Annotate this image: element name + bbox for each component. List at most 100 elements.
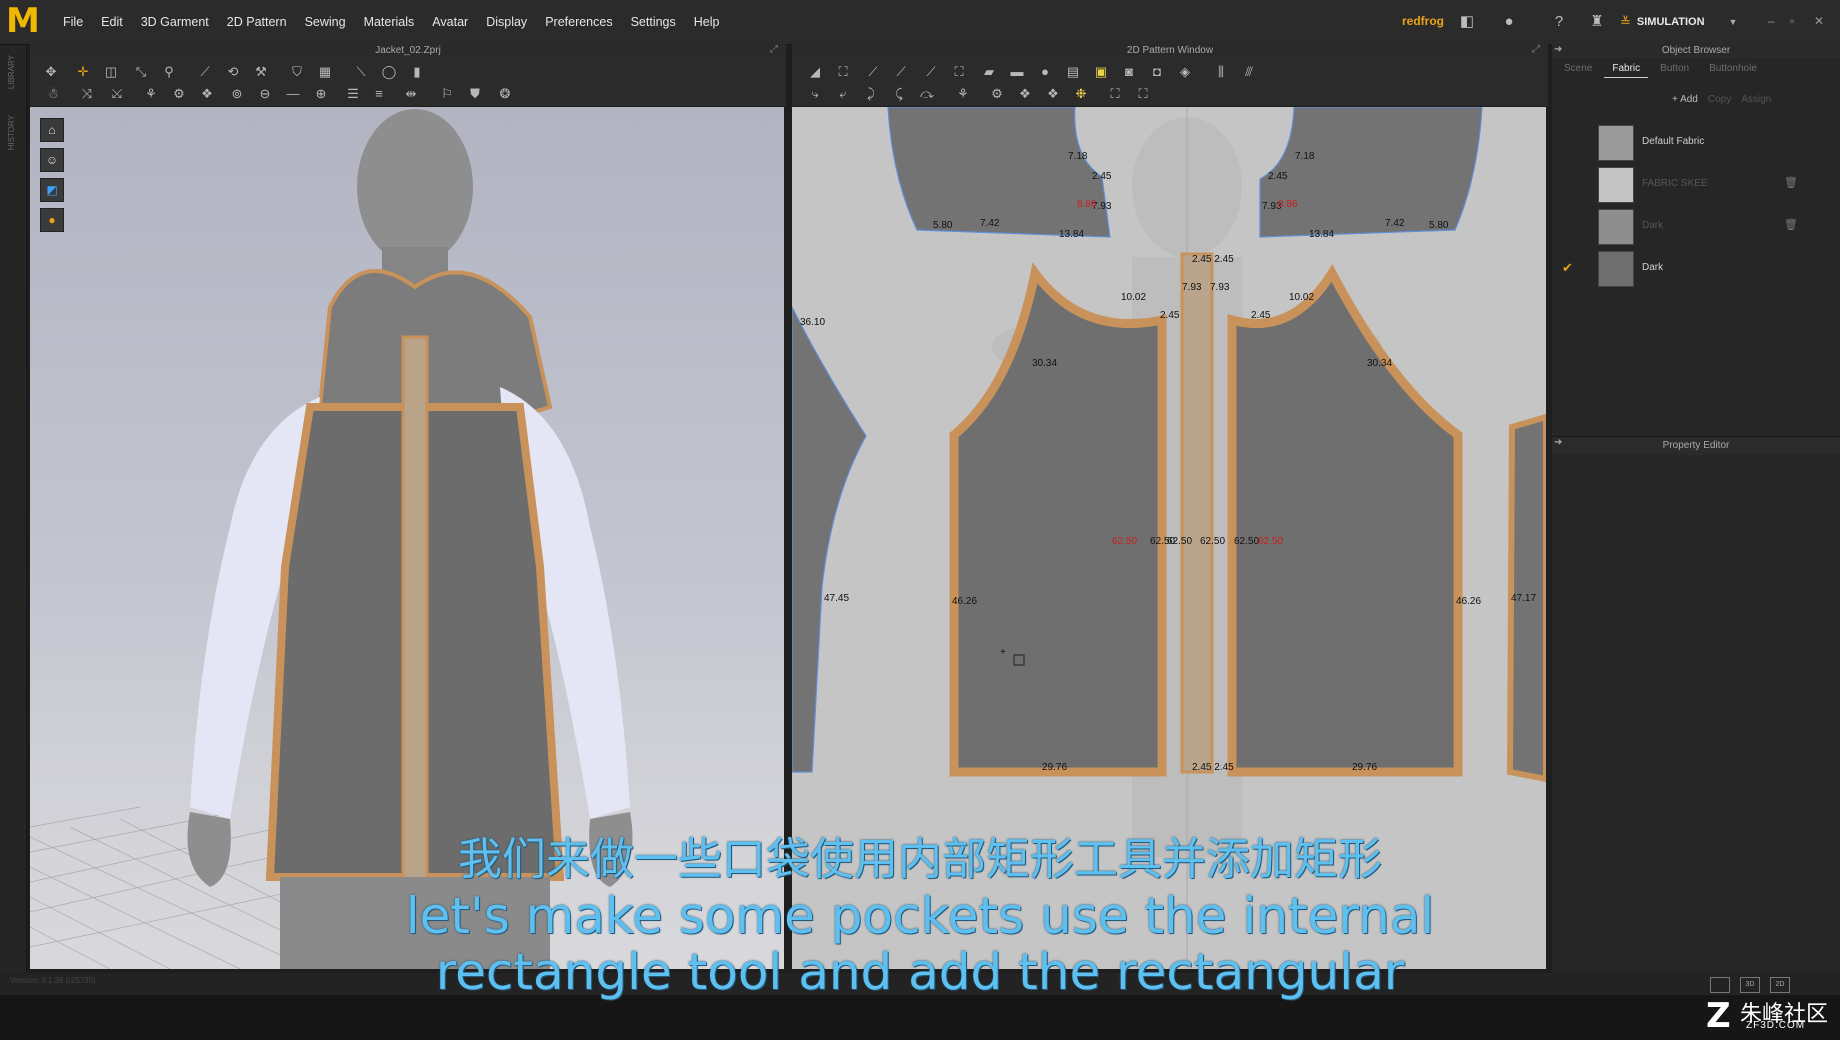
fabric-item[interactable]: ✔ Dark: [1552, 248, 1840, 288]
menu-settings[interactable]: Settings: [622, 0, 685, 44]
edit-graphic-icon[interactable]: ❖: [1044, 86, 1062, 102]
view-mode-3d[interactable]: 3D: [1740, 977, 1760, 993]
tab-fabric[interactable]: Fabric: [1604, 60, 1649, 78]
free-sewing-icon[interactable]: ⤸: [862, 86, 880, 102]
arrange-icon[interactable]: ☰: [344, 86, 362, 102]
help-icon[interactable]: ?: [1550, 13, 1568, 31]
edit-pattern-icon[interactable]: ◢: [806, 64, 824, 80]
button-2d-icon[interactable]: ❉: [1072, 86, 1090, 102]
avatar-display-icon[interactable]: ⌂: [40, 118, 64, 142]
tab-scene[interactable]: Scene: [1556, 60, 1600, 78]
account-icon[interactable]: ●: [1500, 13, 1518, 31]
notification-icon[interactable]: ◧: [1458, 13, 1476, 31]
menu-edit[interactable]: Edit: [92, 0, 132, 44]
tape-icon[interactable]: —: [284, 86, 302, 102]
shirt-icon[interactable]: ⛊: [466, 86, 484, 102]
avatar-show-icon[interactable]: ☺: [40, 148, 64, 172]
fabric-item[interactable]: Default Fabric: [1552, 122, 1840, 162]
scale-icon[interactable]: ⤡: [132, 64, 150, 80]
internal-rectangle-icon[interactable]: ▣: [1092, 64, 1110, 80]
garment-icon[interactable]: ♜: [1588, 13, 1606, 31]
add-fabric-button[interactable]: + Add: [1672, 94, 1698, 105]
tack-icon[interactable]: ⚒: [252, 64, 270, 80]
restore-button[interactable]: ▫: [1790, 14, 1794, 28]
pin-icon[interactable]: ⚲: [160, 64, 178, 80]
align-icon[interactable]: ⇹: [402, 86, 420, 102]
texture-edit-icon[interactable]: ⚙: [988, 86, 1006, 102]
view-mode-2d[interactable]: 2D: [1770, 977, 1790, 993]
edit-point-icon[interactable]: ⛶: [834, 64, 852, 80]
pleat-icon[interactable]: ⫼: [1212, 64, 1230, 80]
buttonhole-icon[interactable]: ⚙: [170, 86, 188, 102]
button-icon[interactable]: ⚘: [142, 86, 160, 102]
internal-circle-icon[interactable]: ◙: [1120, 64, 1138, 80]
panel-3d-expand-icon[interactable]: ⤢: [770, 44, 778, 55]
ruler-icon[interactable]: ▮: [408, 64, 426, 80]
minimize-button[interactable]: –: [1768, 14, 1775, 28]
menu-avatar[interactable]: Avatar: [423, 0, 477, 44]
draw-line-icon[interactable]: ⟋: [196, 64, 214, 80]
fold-arrange-icon[interactable]: ◈: [1176, 64, 1194, 80]
library-tab[interactable]: LIBRARY: [7, 55, 16, 89]
trash-icon[interactable]: 🗑: [1784, 218, 1798, 231]
trim-icon[interactable]: ⊕: [312, 86, 330, 102]
menu-2d-pattern[interactable]: 2D Pattern: [218, 0, 296, 44]
tab-buttonhole[interactable]: Buttonhole: [1701, 60, 1765, 78]
panel-2d-expand-icon[interactable]: ⤢: [1532, 44, 1540, 55]
select-mesh-icon[interactable]: ◫: [102, 64, 120, 80]
garment-fit-icon[interactable]: ⚐: [438, 86, 456, 102]
gather-icon[interactable]: ⫻: [1240, 64, 1258, 80]
transform-icon[interactable]: ✛: [74, 64, 92, 80]
puckering-icon[interactable]: ⊖: [256, 86, 274, 102]
slice-icon[interactable]: ⛶: [950, 64, 968, 80]
internal-polygon-icon[interactable]: ▤: [1064, 64, 1082, 80]
seam-allowance-icon[interactable]: ⤷: [806, 86, 824, 102]
edit-curve-icon[interactable]: ⟲: [224, 64, 242, 80]
zipper-icon[interactable]: ⊚: [228, 86, 246, 102]
lasso-icon[interactable]: ◯: [380, 64, 398, 80]
close-button[interactable]: ✕: [1814, 14, 1824, 28]
fabric-item[interactable]: FABRIC SKEE 🗑: [1552, 164, 1840, 204]
menu-preferences[interactable]: Preferences: [536, 0, 621, 44]
menu-materials[interactable]: Materials: [355, 0, 424, 44]
mode-selector[interactable]: ≚ SIMULATION ▼: [1620, 10, 1744, 34]
tab-button[interactable]: Button: [1652, 60, 1697, 78]
check-sewing-icon[interactable]: ⤼: [918, 86, 936, 102]
cut-icon[interactable]: ⟋: [922, 64, 940, 80]
flip-icon[interactable]: ❂: [496, 86, 514, 102]
menu-file[interactable]: File: [54, 0, 92, 44]
fabric-show-icon[interactable]: ◩: [40, 178, 64, 202]
history-tab[interactable]: HISTORY: [7, 115, 16, 150]
menu-display[interactable]: Display: [477, 0, 536, 44]
menu-3d-garment[interactable]: 3D Garment: [132, 0, 218, 44]
avatar-pose-icon[interactable]: ☃: [44, 86, 62, 102]
view-mode-both[interactable]: [1710, 977, 1730, 993]
rectangle-icon[interactable]: ▬: [1008, 64, 1026, 80]
edit-curvature-icon[interactable]: ⟋: [864, 64, 882, 80]
menu-help[interactable]: Help: [685, 0, 729, 44]
polygon-icon[interactable]: ▰: [980, 64, 998, 80]
sewing-line-icon[interactable]: ⟍: [352, 64, 370, 80]
grading-icon[interactable]: ⛶: [1134, 86, 1152, 102]
select-move-icon[interactable]: ✥: [42, 64, 60, 80]
fold-icon[interactable]: ⛉: [288, 64, 306, 80]
fabric-item[interactable]: Dark 🗑: [1552, 206, 1840, 246]
copy-fabric-button[interactable]: Copy: [1708, 94, 1731, 105]
point-icon[interactable]: ⤩: [108, 86, 126, 102]
collapse-icon[interactable]: ➜: [1554, 437, 1562, 448]
trace-icon[interactable]: ⛶: [1106, 86, 1124, 102]
trash-icon[interactable]: 🗑: [1784, 176, 1798, 189]
collapse-icon[interactable]: ➜: [1554, 44, 1562, 55]
dart-icon[interactable]: ◘: [1148, 64, 1166, 80]
circle-icon[interactable]: ●: [1036, 64, 1054, 80]
menu-sewing[interactable]: Sewing: [296, 0, 355, 44]
tack-sewing-icon[interactable]: ⤹: [890, 86, 908, 102]
add-point-icon[interactable]: ⟋: [892, 64, 910, 80]
measure-icon[interactable]: ⤨: [78, 86, 96, 102]
assign-fabric-button[interactable]: Assign: [1741, 94, 1771, 105]
segment-sewing-icon[interactable]: ⤶: [834, 86, 852, 102]
graphic-icon[interactable]: ❖: [1016, 86, 1034, 102]
user-name[interactable]: redfrog: [1402, 14, 1444, 28]
layer-icon[interactable]: ≡: [370, 86, 388, 102]
transform-pattern-icon[interactable]: ⚘: [954, 86, 972, 102]
